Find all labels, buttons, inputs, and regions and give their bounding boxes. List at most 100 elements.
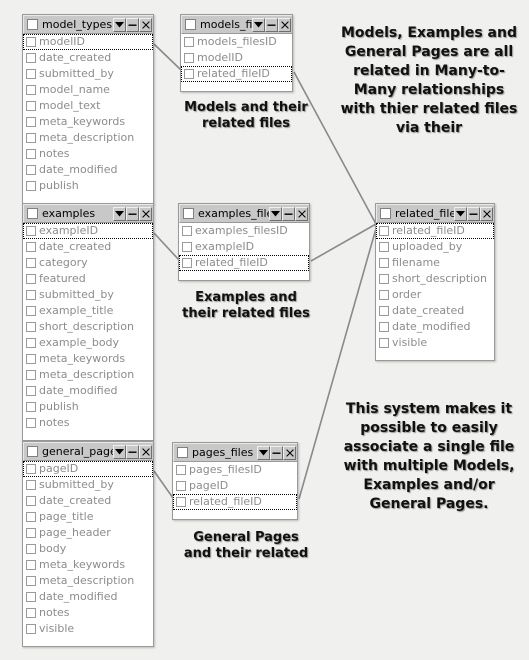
field-row[interactable]: visible <box>23 621 153 637</box>
field-row[interactable]: pageID <box>173 478 297 494</box>
chevron-down-icon[interactable] <box>113 206 126 221</box>
field-row[interactable]: short_description <box>23 319 153 335</box>
field-checkbox[interactable] <box>26 370 36 380</box>
field-row[interactable]: category <box>23 255 153 271</box>
field-checkbox[interactable] <box>26 624 36 634</box>
minimize-icon[interactable] <box>126 444 139 459</box>
field-row[interactable]: example_title <box>23 303 153 319</box>
field-row[interactable]: featured <box>23 271 153 287</box>
field-row[interactable]: submitted_by <box>23 66 153 82</box>
field-row[interactable]: related_fileID <box>173 494 297 510</box>
close-icon[interactable] <box>295 206 308 221</box>
field-row[interactable]: pageID <box>23 461 153 477</box>
field-row[interactable]: page_title <box>23 509 153 525</box>
field-row[interactable]: notes <box>23 415 153 431</box>
field-row[interactable]: related_fileID <box>376 223 494 239</box>
close-icon[interactable] <box>480 206 493 221</box>
table-select-checkbox[interactable] <box>27 208 38 219</box>
field-row[interactable]: uploaded_by <box>376 239 494 255</box>
field-row[interactable]: order <box>376 287 494 303</box>
close-icon[interactable] <box>283 445 296 460</box>
field-row[interactable]: submitted_by <box>23 477 153 493</box>
field-checkbox[interactable] <box>26 560 36 570</box>
table-window-models_files[interactable]: models_files models_filesID modelID related… <box>180 14 293 92</box>
close-icon[interactable] <box>139 444 152 459</box>
field-row[interactable]: model_name <box>23 82 153 98</box>
field-row[interactable]: meta_keywords <box>23 114 153 130</box>
table-window-examples[interactable]: examples exampleID date_created category fea… <box>22 203 154 441</box>
table-select-checkbox[interactable] <box>27 446 38 457</box>
field-checkbox[interactable] <box>26 306 36 316</box>
field-row[interactable]: date_created <box>23 50 153 66</box>
field-row[interactable]: notes <box>23 146 153 162</box>
field-row[interactable]: date_modified <box>23 162 153 178</box>
chevron-down-icon[interactable] <box>257 445 270 460</box>
field-row[interactable]: model_text <box>23 98 153 114</box>
field-row[interactable]: date_modified <box>23 589 153 605</box>
field-row[interactable]: submitted_by <box>23 287 153 303</box>
titlebar-examples_files[interactable]: examples_files <box>179 204 309 223</box>
field-checkbox[interactable] <box>26 418 36 428</box>
field-checkbox[interactable] <box>379 306 389 316</box>
field-checkbox[interactable] <box>26 181 36 191</box>
field-checkbox[interactable] <box>26 69 36 79</box>
field-row[interactable]: visible <box>376 335 494 351</box>
field-checkbox[interactable] <box>184 37 194 47</box>
field-checkbox[interactable] <box>26 528 36 538</box>
field-checkbox[interactable] <box>176 497 186 507</box>
field-row[interactable]: publish <box>23 178 153 194</box>
field-checkbox[interactable] <box>184 53 194 63</box>
minimize-icon[interactable] <box>467 206 480 221</box>
field-checkbox[interactable] <box>26 592 36 602</box>
field-row[interactable]: exampleID <box>23 223 153 239</box>
field-row[interactable]: publish <box>23 399 153 415</box>
table-window-related_files[interactable]: related_files related_fileID uploaded_byfi… <box>375 203 495 361</box>
field-row[interactable]: related_fileID <box>181 66 292 82</box>
field-checkbox[interactable] <box>379 258 389 268</box>
field-checkbox[interactable] <box>182 226 192 236</box>
field-row[interactable]: example_body <box>23 335 153 351</box>
close-icon[interactable] <box>139 206 152 221</box>
field-row[interactable]: body <box>23 541 153 557</box>
field-row[interactable]: modelID <box>23 34 153 50</box>
field-checkbox[interactable] <box>26 117 36 127</box>
table-select-checkbox[interactable] <box>185 19 196 30</box>
field-checkbox[interactable] <box>26 133 36 143</box>
field-row[interactable]: examples_filesID <box>179 223 309 239</box>
field-checkbox[interactable] <box>26 85 36 95</box>
table-window-model_types[interactable]: model_types modelID date_created submitted_… <box>22 14 154 204</box>
field-row[interactable]: modelID <box>181 50 292 66</box>
field-checkbox[interactable] <box>26 576 36 586</box>
table-select-checkbox[interactable] <box>27 19 38 30</box>
field-checkbox[interactable] <box>182 258 192 268</box>
table-select-checkbox[interactable] <box>183 208 194 219</box>
field-checkbox[interactable] <box>26 354 36 364</box>
chevron-down-icon[interactable] <box>113 17 126 32</box>
field-checkbox[interactable] <box>26 226 36 236</box>
field-checkbox[interactable] <box>26 37 36 47</box>
minimize-icon[interactable] <box>270 445 283 460</box>
table-select-checkbox[interactable] <box>380 208 391 219</box>
table-select-checkbox[interactable] <box>177 447 188 458</box>
field-row[interactable]: meta_description <box>23 573 153 589</box>
chevron-down-icon[interactable] <box>113 444 126 459</box>
field-row[interactable]: date_modified <box>23 383 153 399</box>
titlebar-general_pages[interactable]: general_pages <box>23 442 153 461</box>
field-checkbox[interactable] <box>26 496 36 506</box>
field-checkbox[interactable] <box>26 165 36 175</box>
chevron-down-icon[interactable] <box>454 206 467 221</box>
table-window-general_pages[interactable]: general_pages pageID submitted_by date_crea… <box>22 441 154 647</box>
field-checkbox[interactable] <box>379 242 389 252</box>
field-checkbox[interactable] <box>379 290 389 300</box>
field-checkbox[interactable] <box>379 274 389 284</box>
close-icon[interactable] <box>278 17 291 32</box>
field-row[interactable]: date_created <box>23 493 153 509</box>
field-row[interactable]: date_created <box>376 303 494 319</box>
relationship-line-model_types-to-models_files[interactable] <box>153 43 182 71</box>
field-row[interactable]: filename <box>376 255 494 271</box>
field-row[interactable]: page_header <box>23 525 153 541</box>
minimize-icon[interactable] <box>126 206 139 221</box>
field-checkbox[interactable] <box>184 69 194 79</box>
chevron-down-icon[interactable] <box>252 17 265 32</box>
minimize-icon[interactable] <box>282 206 295 221</box>
